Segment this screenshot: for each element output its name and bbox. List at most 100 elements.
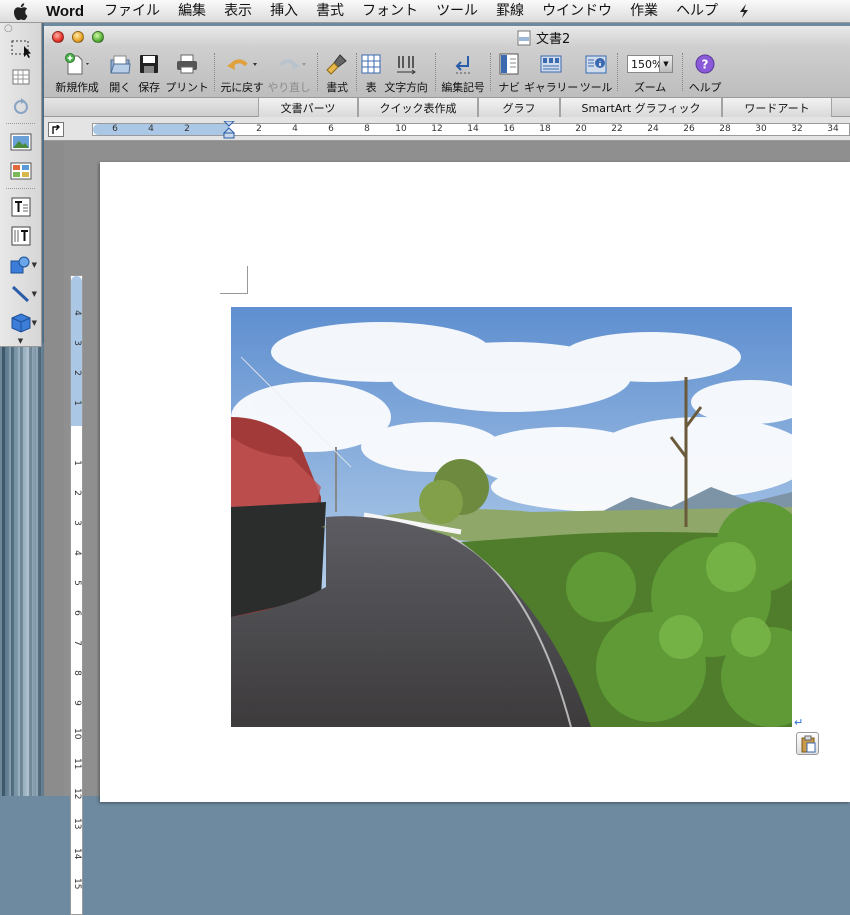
menu-app-word[interactable]: Word — [40, 0, 95, 23]
new-document-button[interactable]: 新規作成 — [48, 47, 106, 97]
elements-gallery-tabs: 文書パーツ クイック表作成 グラフ SmartArt グラフィック ワードアート — [44, 97, 850, 117]
ruler-tick-label: 4 — [72, 550, 82, 556]
toolbox-button[interactable]: ツール — [579, 47, 613, 97]
ruler-tick-label: 1 — [72, 400, 82, 406]
ruler-tick-label: 3 — [72, 340, 82, 346]
text-box-tool[interactable] — [0, 192, 42, 221]
redo-button[interactable]: やり直し — [265, 47, 313, 97]
ruler-tick-label: 30 — [755, 124, 767, 134]
tab-wordart[interactable]: ワードアート — [722, 98, 832, 117]
chevron-down-icon: ▼ — [31, 261, 37, 269]
new-document-icon — [65, 53, 89, 75]
undo-arrow-icon — [227, 59, 257, 70]
close-window-button[interactable] — [52, 30, 64, 43]
ruler-tick-label: 6 — [112, 124, 118, 134]
menu-table[interactable]: 罫線 — [487, 0, 533, 23]
paste-options-button[interactable] — [796, 732, 819, 755]
text-box-icon — [11, 197, 31, 216]
ruler-tick-label: 5 — [72, 580, 82, 586]
window-title: 文書2 — [516, 28, 570, 47]
menu-edit[interactable]: 編集 — [169, 0, 215, 23]
inline-picture-road-landscape[interactable] — [231, 307, 792, 727]
document-workspace: ↵ 4 3 2 1 1 2 3 4 5 6 7 8 9 10 11 12 13 14 15 — [64, 142, 850, 915]
help-icon: ? — [695, 54, 715, 74]
line-tool[interactable]: ▼ — [0, 279, 42, 308]
horizontal-ruler[interactable]: 6 4 2 2 4 6 8 10 12 14 16 18 20 22 24 26 28 30 32 34 — [92, 121, 850, 139]
ruler-tick-label: 8 — [72, 670, 82, 676]
palette-expand-icon[interactable]: ▼ — [0, 337, 41, 345]
ruler-tick-label: 7 — [72, 640, 82, 646]
paragraph-return-mark: ↵ — [794, 716, 804, 729]
format-brush-icon — [326, 54, 347, 75]
document-page[interactable]: ↵ — [100, 162, 850, 802]
tab-stop-selector[interactable] — [48, 122, 64, 137]
shapes-tool[interactable]: ▼ — [0, 250, 42, 279]
clip-art-tool[interactable] — [0, 156, 42, 185]
document-window: 文書2 新規作成 開く 保存 プリント 元に戻す やり直し 書式 表 文字方向 … — [44, 26, 850, 915]
tab-quick-tables[interactable]: クイック表作成 — [358, 98, 478, 117]
ruler-tick-label: 26 — [683, 124, 695, 134]
ruler-tick-label: 2 — [256, 124, 262, 134]
print-button[interactable]: プリント — [164, 47, 210, 97]
zoom-control[interactable]: 150% ▼ ズーム — [622, 47, 678, 97]
text-direction-button[interactable]: 文字方向 — [381, 47, 431, 97]
menu-format[interactable]: 書式 — [307, 0, 353, 23]
menu-file[interactable]: ファイル — [95, 0, 169, 23]
help-button[interactable]: ? ヘルプ — [687, 47, 723, 97]
minimize-window-button[interactable] — [72, 30, 84, 43]
ruler-tick-label: 32 — [791, 124, 803, 134]
vertical-ruler[interactable]: 4 3 2 1 1 2 3 4 5 6 7 8 9 10 11 12 13 14 15 — [70, 275, 83, 915]
vertical-text-box-tool[interactable] — [0, 221, 42, 250]
menu-font[interactable]: フォント — [353, 0, 427, 23]
toolbox-info-icon — [585, 55, 607, 74]
ruler-tick-label: 12 — [72, 788, 82, 800]
format-painter-button[interactable]: 書式 — [322, 47, 352, 97]
menu-tools[interactable]: ツール — [427, 0, 487, 23]
save-button[interactable]: 保存 — [134, 47, 164, 97]
ruler-tick-label: 20 — [575, 124, 587, 134]
ruler-tick-label: 3 — [72, 520, 82, 526]
ruler-tick-label: 14 — [467, 124, 479, 134]
menu-work[interactable]: 作業 — [621, 0, 667, 23]
open-button[interactable]: 開く — [106, 47, 134, 97]
zoom-window-button[interactable] — [92, 30, 104, 43]
menu-help[interactable]: ヘルプ — [667, 0, 727, 23]
navigation-pane-button[interactable]: ナビ — [495, 47, 523, 97]
edit-marks-button[interactable]: 編集記号 — [440, 47, 486, 97]
ruler-tick-label: 8 — [364, 124, 370, 134]
zoom-select[interactable]: 150% ▼ — [627, 55, 673, 73]
text-direction-icon — [397, 56, 416, 75]
script-menu-icon[interactable] — [727, 3, 761, 19]
3d-shape-tool[interactable]: ▼ — [0, 308, 42, 337]
ruler-tick-label: 6 — [72, 610, 82, 616]
return-mark-icon — [455, 56, 470, 74]
apple-menu-icon[interactable] — [0, 2, 40, 20]
docx-file-icon — [517, 30, 531, 45]
toolbox-palette: ○ ▼ ▼ ▼ ▼ — [0, 23, 42, 347]
rotate-tool[interactable] — [0, 91, 42, 120]
picture-icon — [10, 133, 32, 150]
table-grid-tool[interactable] — [0, 62, 42, 91]
grid-icon — [12, 69, 30, 84]
ruler-tick-label: 12 — [431, 124, 443, 134]
picture-tool[interactable] — [0, 127, 42, 156]
clipboard-icon — [801, 735, 815, 752]
tab-smartart-graphics[interactable]: SmartArt グラフィック — [560, 98, 722, 117]
toolbar-separator — [682, 53, 683, 91]
tab-charts[interactable]: グラフ — [478, 98, 560, 117]
standard-toolbar: 新規作成 開く 保存 プリント 元に戻す やり直し 書式 表 文字方向 編集記号… — [44, 47, 850, 97]
ruler-tick-label: 24 — [647, 124, 659, 134]
table-button[interactable]: 表 — [361, 47, 381, 97]
table-icon — [361, 54, 381, 74]
ruler-tick-label: 18 — [539, 124, 551, 134]
menu-window[interactable]: ウインドウ — [533, 0, 621, 23]
menu-view[interactable]: 表示 — [215, 0, 261, 23]
gallery-button[interactable]: ギャラリー — [523, 47, 579, 97]
save-disk-icon — [140, 55, 158, 73]
ruler-tick-label: 9 — [72, 700, 82, 706]
select-objects-tool[interactable] — [0, 33, 42, 62]
indent-markers[interactable] — [223, 121, 235, 139]
menu-insert[interactable]: 挿入 — [261, 0, 307, 23]
tab-document-parts[interactable]: 文書パーツ — [258, 98, 358, 117]
undo-button[interactable]: 元に戻す — [219, 47, 265, 97]
